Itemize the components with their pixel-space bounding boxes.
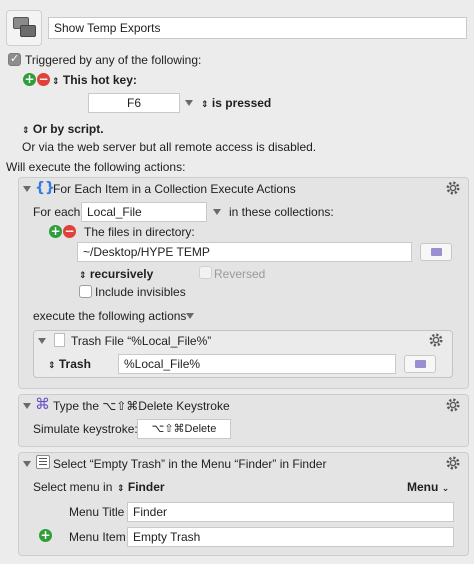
trash-file-field[interactable]: %Local_File%	[118, 354, 396, 374]
execute-actions-dropdown-icon[interactable]	[186, 313, 194, 319]
directory-field[interactable]: ~/Desktop/HYPE TEMP	[77, 242, 412, 262]
triggered-label: Triggered by any of the following:	[25, 53, 202, 67]
keystroke-field[interactable]: ⌥⇧⌘Delete	[137, 419, 231, 439]
chevron-down-icon: ⌄	[441, 484, 450, 494]
target-app-popup[interactable]: ⇕ Finder	[117, 480, 165, 496]
updown-icon: ⇕	[79, 271, 87, 281]
simulate-keystroke-label: Simulate keystroke:	[33, 422, 138, 436]
for-each-label: For each	[33, 205, 81, 219]
gear-icon[interactable]	[445, 397, 461, 413]
hotkey-label: This hot key:	[62, 73, 137, 87]
variable-dropdown-icon[interactable]	[213, 209, 221, 215]
add-menu-item-icon[interactable]: +	[39, 529, 52, 542]
actions-header: Will execute the following actions:	[6, 160, 186, 174]
include-invisibles-checkbox[interactable]	[79, 285, 92, 298]
variable-field[interactable]: Local_File	[81, 202, 207, 222]
add-trigger-icon[interactable]: +	[23, 73, 36, 86]
trash-label: Trash	[58, 357, 91, 371]
updown-icon: ⇕	[22, 126, 30, 136]
menu-item-label: Menu Item	[69, 530, 126, 544]
updown-icon: ⇕	[201, 100, 209, 110]
folder-button[interactable]	[420, 243, 452, 261]
target-app-label: Finder	[127, 480, 165, 494]
command-key-icon: ⌘	[35, 395, 50, 413]
remove-collection-icon[interactable]: −	[63, 225, 76, 238]
reversed-checkbox[interactable]	[199, 266, 212, 279]
keystroke-disclosure-icon[interactable]	[23, 403, 31, 409]
menu-action-title: Select “Empty Trash” in the Menu “Finder…	[53, 457, 327, 471]
menu-icon	[36, 455, 50, 469]
trash-title: Trash File “%Local_File%”	[71, 334, 212, 348]
remove-trigger-icon[interactable]: −	[37, 73, 50, 86]
macro-name-field[interactable]: Show Temp Exports	[48, 17, 467, 39]
trash-disclosure-icon[interactable]	[38, 338, 46, 344]
hotkey-type-popup[interactable]: ⇕ This hot key:	[52, 73, 137, 89]
reversed-label: Reversed	[214, 267, 266, 281]
folder-button[interactable]	[404, 355, 436, 373]
execute-actions-label: execute the following actions	[33, 309, 187, 323]
hotkey-field[interactable]: F6	[88, 93, 180, 113]
recursive-popup[interactable]: ⇕ recursively	[79, 267, 153, 283]
macro-icon	[6, 10, 42, 46]
updown-icon: ⇕	[52, 77, 60, 87]
hotkey-state-label: is pressed	[211, 96, 272, 110]
triggered-checkbox[interactable]	[8, 52, 21, 66]
select-menu-in-label: Select menu in	[33, 480, 113, 494]
menu-title-field[interactable]: Finder	[127, 502, 454, 522]
in-collections-label: in these collections:	[229, 205, 334, 219]
menu-popup[interactable]: Menu ⌄	[407, 480, 449, 496]
hotkey-dropdown-icon[interactable]	[185, 100, 193, 106]
include-invisibles-label: Include invisibles	[95, 285, 186, 299]
updown-icon: ⇕	[117, 484, 125, 494]
web-server-label: Or via the web server but all remote acc…	[22, 140, 317, 154]
foreach-disclosure-icon[interactable]	[23, 186, 31, 192]
foreach-icon: {}	[35, 180, 55, 196]
menu-disclosure-icon[interactable]	[23, 461, 31, 467]
gear-icon[interactable]	[445, 180, 461, 196]
foreach-title: For Each Item in a Collection Execute Ac…	[53, 182, 296, 196]
keystroke-title: Type the ⌥⇧⌘Delete Keystroke	[53, 399, 230, 413]
hotkey-state-popup[interactable]: ⇕ is pressed	[201, 96, 271, 112]
trash-mode-popup[interactable]: ⇕ Trash	[48, 357, 91, 373]
gear-icon[interactable]	[445, 455, 461, 471]
files-in-directory-label: The files in directory:	[84, 225, 195, 239]
menu-title-label: Menu Title	[69, 505, 125, 519]
file-icon	[54, 333, 65, 347]
add-collection-icon[interactable]: +	[49, 225, 62, 238]
menu-popup-label: Menu	[407, 480, 439, 494]
recursive-label: recursively	[89, 267, 154, 281]
gear-icon[interactable]	[428, 332, 444, 348]
script-label: Or by script.	[32, 122, 104, 136]
updown-icon: ⇕	[48, 361, 56, 371]
script-trigger-popup[interactable]: ⇕ Or by script.	[22, 122, 104, 138]
menu-item-field[interactable]: Empty Trash	[127, 527, 454, 547]
